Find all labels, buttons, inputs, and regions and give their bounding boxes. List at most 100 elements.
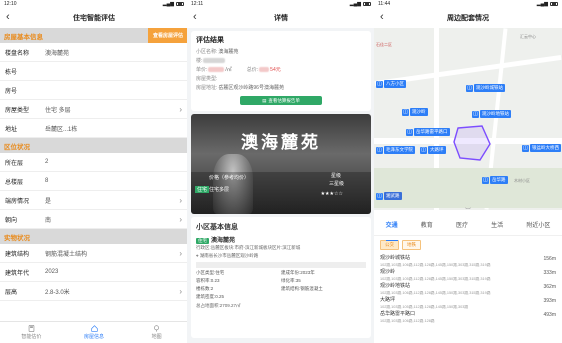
poi-bus-stop[interactable]: ◫ 岳华路雷平路口 — [406, 128, 450, 136]
back-icon[interactable]: ‹ — [380, 11, 384, 23]
category-tabs: 交通 教育 医疗 生活 附近小区 — [374, 214, 562, 241]
bus-icon: ◫ — [472, 110, 479, 118]
calculator-icon — [28, 325, 35, 332]
signal-icon: ▂▄▆ — [536, 1, 548, 7]
type-badge: 住宅 — [195, 186, 210, 193]
form-row[interactable]: 端房情况 是 › — [0, 191, 188, 210]
tab-category[interactable]: 医疗 — [456, 220, 468, 235]
info-field: 楼栋数:2 — [196, 286, 214, 291]
community-name: 澳海麓苑 — [218, 49, 239, 55]
page-title: 详情 — [274, 15, 288, 22]
filter-chip[interactable]: 地铁 — [402, 240, 421, 250]
chevron-right-icon: › — [179, 214, 182, 224]
tab-category[interactable]: 生活 — [491, 220, 503, 235]
community-info-card: 小区基本信息 住宅 澳海麓苑 行政区:岳麓区板块:市府-滨江新城板块区片:滨江新城… — [191, 217, 371, 338]
bus-icon: ◫ — [406, 128, 413, 136]
status-time: 12:10 — [4, 1, 17, 7]
filter-chip[interactable]: 公交 — [380, 240, 399, 250]
section-physical: 实物状况 — [0, 229, 188, 244]
page-title: 周边配套情况 — [447, 15, 489, 22]
bus-icon: ◫ — [482, 176, 489, 184]
field-label: 楼盘名称 — [5, 50, 30, 57]
tab-category[interactable]: 交通 — [385, 220, 398, 241]
poi-bus-stop[interactable]: ◫ 湘武路 — [376, 192, 402, 200]
signal-icon: ▂▄▆ — [162, 1, 174, 7]
navigation-bar: ‹ 住宅智能评估 — [0, 8, 188, 28]
navigation-bar: ‹ 详情 — [187, 8, 375, 28]
tab-valuation[interactable]: 智能估价 — [0, 322, 63, 343]
bus-icon: ◫ — [522, 144, 529, 152]
field-value: 住宅 多层 — [45, 107, 71, 114]
tab-house-info[interactable]: 房屋信息 — [63, 322, 126, 343]
star-rating: ★★★☆☆ — [320, 191, 343, 197]
list-item[interactable]: 观沙岭城铁站 102路,103路,106路,112路,128路,145路,150路… — [374, 254, 562, 268]
poi-bus-stop[interactable]: ◫ 观沙岭城铁站 — [466, 84, 505, 92]
stop-list: 观沙岭城铁站 102路,103路,106路,112路,128路,145路,150路… — [374, 254, 562, 324]
chevron-right-icon: › — [179, 286, 182, 296]
bus-icon: ◫ — [376, 80, 383, 88]
status-time: 12:11 — [191, 1, 204, 7]
transport-filter: 公交 地铁 — [374, 236, 562, 254]
hero-community-name: 澳海麓苑 — [241, 133, 321, 152]
view-report-button[interactable]: ▤ 查看估算报告单 — [240, 96, 322, 105]
field-label: 地址 — [5, 126, 18, 133]
view-assessment-button[interactable]: 查看房屋评估 — [147, 28, 188, 43]
form-row: 所在层 2 — [0, 153, 188, 172]
report-icon: ▤ — [262, 97, 267, 103]
form-row[interactable]: 朝向 南 › — [0, 210, 188, 229]
stop-name: 岳华路雷平路口 — [380, 311, 416, 317]
chevron-right-icon: › — [179, 248, 182, 258]
back-icon[interactable]: ‹ — [193, 11, 197, 23]
info-field: 建筑结构:钢筋混凝土 — [281, 286, 323, 291]
poi-bus-stop[interactable]: ◫ 观沙岭地铁站 — [472, 110, 511, 118]
stop-name: 大路坪 — [380, 297, 396, 303]
poi-bus-stop[interactable]: ◫ 岳华路 — [482, 176, 508, 184]
list-item[interactable]: 观沙岭 102路,103路,105路,112路,128路,145路,150路,30… — [374, 268, 562, 282]
map-view[interactable]: 石佳二区 汇云中心 木材小区 ◫ 八方小区 ◫ 观沙岭城铁站 ◫ 观沙岭地铁站 ◫ 观沙… — [374, 28, 562, 210]
list-item[interactable]: 大路坪 102路,103路,105路,112路,128路,145路,150路,30… — [374, 296, 562, 310]
list-item[interactable]: 观沙岭地铁站 102路,103路,106路,112路,128路,145路,150路… — [374, 282, 562, 296]
back-icon[interactable]: ‹ — [6, 11, 10, 23]
info-field: 容积率:0.23 — [196, 278, 220, 283]
type-badge: 住宅 — [196, 238, 209, 244]
poi-bus-stop[interactable]: ◫ 八方小区 — [376, 80, 406, 88]
bus-icon: ◫ — [376, 146, 383, 154]
stop-distance: 362m — [543, 284, 556, 290]
field-label: 总楼层 — [5, 179, 24, 186]
stop-distance: 393m — [543, 298, 556, 304]
field-label: 建筑结构 — [5, 251, 30, 258]
navigation-bar: ‹ 周边配套情况 — [374, 8, 562, 28]
info-title: 小区基本信息 — [196, 224, 238, 231]
tab-map[interactable]: 地图 — [125, 322, 188, 343]
form-row[interactable]: 建筑结构 钢筋混凝土结构 › — [0, 244, 188, 263]
stop-name: 观沙岭 — [380, 269, 396, 275]
poi-bus-stop[interactable]: ◫ 观沙岭 — [402, 108, 428, 116]
field-value: 岳麓区...1栋 — [45, 126, 78, 133]
info-field: 绿化率:35 — [281, 278, 301, 283]
bus-icon: ◫ — [402, 108, 409, 116]
field-label: 建筑年代 — [5, 270, 30, 277]
form-row[interactable]: 层高 2.8-3.0米 › — [0, 282, 188, 301]
form-row: 栋号 — [0, 62, 188, 81]
poi-bus-stop[interactable]: ◫ 毛泽东文学院 — [376, 146, 415, 154]
poi-bus-stop[interactable]: ◫ 大路坪 — [420, 146, 446, 154]
community-name: 澳海麓苑 — [211, 238, 236, 244]
poi-panel: ︶ 交通 教育 医疗 生活 附近小区 公交 地铁 观沙岭城铁站 102路,103路,106路… — [374, 209, 562, 343]
address-value: 岳麓区观沙岭路96号澳海麓苑 — [218, 85, 284, 91]
info-field: 建成年份:2023年 — [281, 270, 315, 275]
info-field: 建筑密度:0.25 — [196, 294, 225, 299]
battery-icon — [550, 2, 558, 6]
status-bar: 12:10 ▂▄▆ — [0, 0, 188, 8]
tab-category[interactable]: 教育 — [421, 220, 433, 235]
form-row: 房号 — [0, 81, 188, 100]
poi-bus-stop[interactable]: ◫ 银盆岭大桥西 — [522, 144, 561, 152]
signal-icon: ▂▄▆ — [349, 1, 361, 7]
form-row[interactable]: 房屋类型 住宅 多层 › — [0, 100, 188, 119]
section-title: 房屋基本信息 — [4, 33, 43, 41]
form-row: 地址 岳麓区...1栋 — [0, 119, 188, 138]
stop-distance: 493m — [543, 312, 556, 318]
field-label: 层高 — [5, 289, 18, 296]
list-item[interactable]: 岳华路雷平路口 102路,103路,106路,112路,128路 493m — [374, 310, 562, 324]
tab-category[interactable]: 附近小区 — [526, 220, 550, 235]
stop-routes: 102路,103路,106路,112路,128路 — [380, 319, 435, 323]
